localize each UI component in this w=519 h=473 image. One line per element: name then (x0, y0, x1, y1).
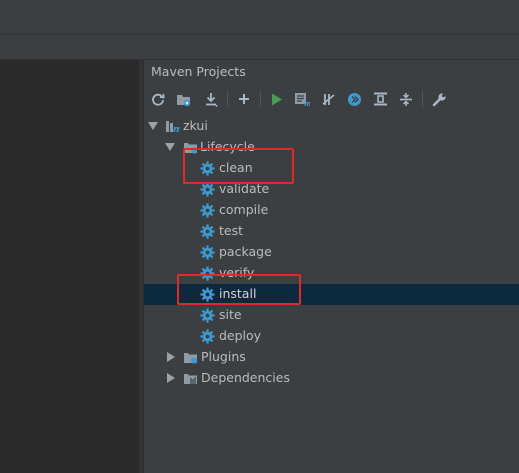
highlight-box-clean (183, 148, 294, 184)
maven-projects-panel: Maven Projects m zkui Lifecycle clean va… (143, 60, 519, 473)
tree-label-goal: package (219, 244, 272, 259)
tree-label-project: zkui (183, 118, 208, 133)
navigation-bar (0, 35, 519, 60)
skip-tests-icon[interactable] (343, 86, 365, 112)
tree-label-dependencies: Dependencies (201, 370, 290, 385)
run-icon[interactable] (266, 86, 288, 112)
tree-node-project[interactable]: m zkui (144, 116, 519, 137)
maven-toolbar: m (144, 86, 519, 112)
execute-goal-icon[interactable]: m (291, 86, 313, 112)
gear-icon (200, 224, 215, 239)
menu-toolbar-area (0, 6, 519, 35)
svg-text:m: m (173, 125, 180, 133)
collapse-all-icon[interactable] (395, 86, 417, 112)
download-icon[interactable] (200, 86, 222, 112)
toolbar-separator (260, 91, 261, 107)
expand-arrow-icon[interactable] (165, 143, 175, 151)
settings-wrench-icon[interactable] (428, 86, 450, 112)
generate-sources-icon[interactable] (173, 86, 195, 112)
editor-area[interactable] (0, 60, 143, 473)
tree-node-goal-test[interactable]: test (144, 221, 519, 242)
show-dependencies-icon[interactable] (369, 86, 391, 112)
gear-icon (200, 308, 215, 323)
refresh-icon[interactable] (147, 86, 169, 112)
tree-node-goal-site[interactable]: site (144, 305, 519, 326)
highlight-box-install (177, 274, 301, 305)
add-icon[interactable] (233, 86, 255, 112)
collapse-arrow-icon[interactable] (167, 373, 175, 383)
panel-title: Maven Projects (151, 64, 246, 79)
tree-label-goal: test (219, 223, 244, 238)
toolbar-separator (422, 91, 423, 107)
folder-plugins-icon (184, 353, 197, 364)
ide-window: Maven Projects m zkui Lifecycle clean va… (0, 0, 519, 473)
tree-label-goal: compile (219, 202, 269, 217)
toolbar-separator (227, 91, 228, 107)
gear-icon (200, 182, 215, 197)
svg-text:m: m (304, 100, 310, 106)
tree-node-dependencies[interactable]: Dependencies (144, 368, 519, 389)
tree-node-goal-deploy[interactable]: deploy (144, 326, 519, 347)
tree-label-goal: site (219, 307, 242, 322)
toggle-offline-icon[interactable] (317, 86, 339, 112)
tree-label-plugins: Plugins (201, 349, 246, 364)
tree-label-goal: deploy (219, 328, 262, 343)
gear-icon (200, 245, 215, 260)
tree-node-plugins[interactable]: Plugins (144, 347, 519, 368)
collapse-arrow-icon[interactable] (167, 352, 175, 362)
expand-arrow-icon[interactable] (148, 122, 158, 130)
tree-node-goal-package[interactable]: package (144, 242, 519, 263)
folder-dependencies-icon (184, 374, 197, 384)
maven-project-icon: m (166, 121, 180, 133)
tree-node-goal-compile[interactable]: compile (144, 200, 519, 221)
gear-icon (200, 329, 215, 344)
gear-icon (200, 203, 215, 218)
